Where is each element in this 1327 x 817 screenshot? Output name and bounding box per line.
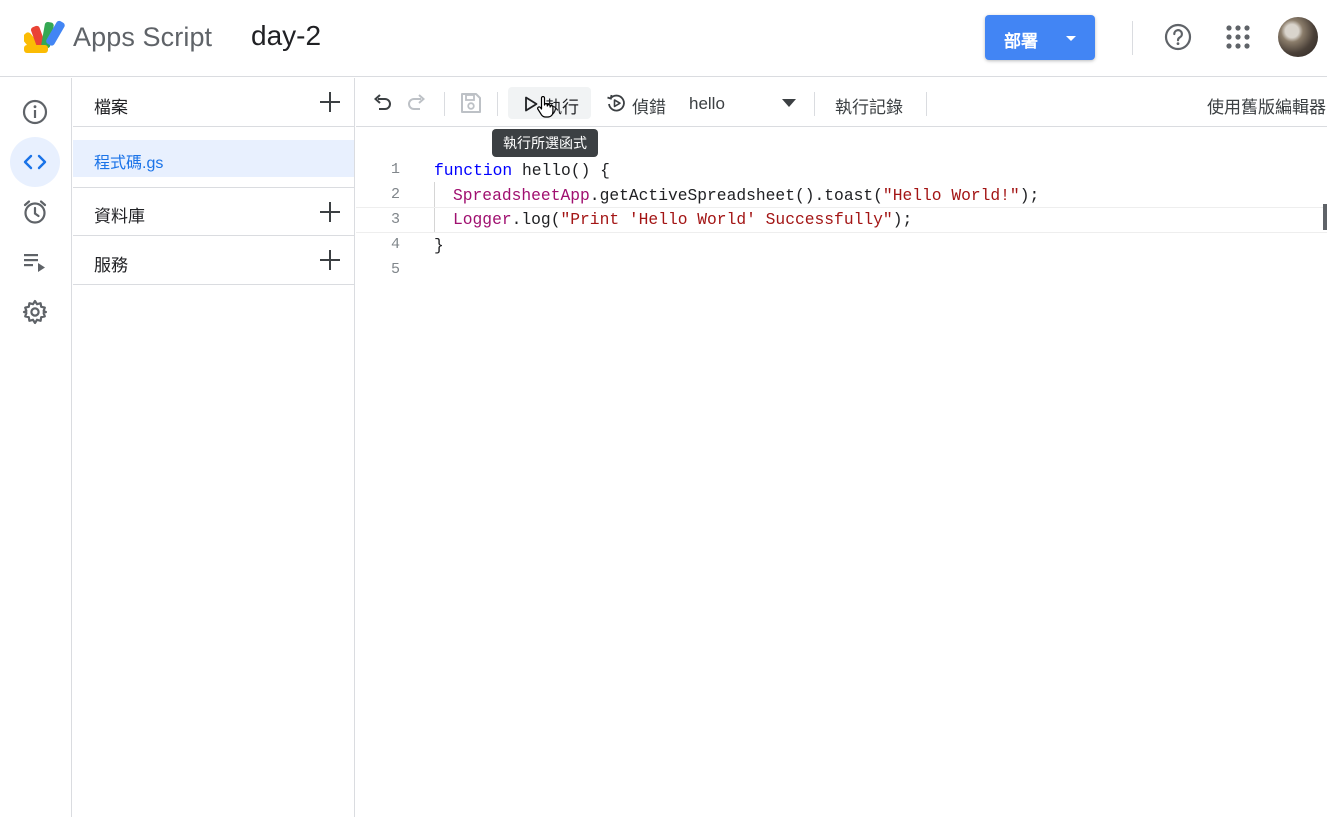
code-token: ); [1019,186,1040,205]
nav-editor[interactable] [10,137,60,187]
line-number: 4 [390,236,400,253]
code-line-current: 3 Logger.log("Print 'Hello World' Succes… [356,207,1327,233]
project-title[interactable]: day-2 [251,20,321,52]
nav-overview[interactable] [10,87,60,137]
caret-down-icon [1066,36,1076,41]
executions-list-icon [24,254,45,272]
code-class: SpreadsheetApp [453,186,590,205]
redo-icon[interactable] [405,91,429,115]
files-section-header: 檔案 [73,78,355,127]
toolbar-divider [926,92,927,116]
nav-triggers[interactable] [10,187,60,237]
toolbar-divider [444,92,445,116]
code-token: .getActiveSpreadsheet().toast( [589,186,883,205]
deploy-button-label: 部署 [1004,32,1038,51]
debug-icon [607,94,625,112]
apps-script-logo-icon[interactable] [24,18,66,54]
line-number: 5 [390,261,400,278]
debug-button-label: 偵錯 [632,98,666,117]
dropdown-arrow-icon [782,99,796,107]
nav-settings[interactable] [10,287,60,337]
code-keyword: function [434,161,513,180]
app-name: Apps Script [73,22,213,52]
code-class: Logger [453,210,512,229]
editor-toolbar: 執行 偵錯 hello 執行記錄 使用舊版編輯器 [356,78,1327,127]
toolbar-divider [497,92,498,116]
code-token: .log( [511,210,561,229]
file-name: 程式碼.gs [94,155,164,172]
add-file-icon[interactable] [318,90,342,114]
account-avatar[interactable] [1278,17,1318,57]
libraries-section-header: 資料庫 [73,187,355,236]
services-section-title: 服務 [94,256,128,275]
code-editor[interactable]: 1 function hello() { 2 SpreadsheetApp.ge… [356,128,1327,817]
use-legacy-editor-button[interactable]: 使用舊版編輯器 [1207,93,1326,118]
app-header: Apps Script day-2 部署 [0,0,1327,77]
function-select-dropdown[interactable]: hello [689,87,801,119]
settings-gear-icon [22,299,48,325]
code-line: 5 [356,258,1327,283]
deploy-button[interactable]: 部署 [985,15,1095,60]
code-token: hello() { [512,161,610,180]
debug-button[interactable]: 偵錯 [604,87,670,119]
file-item-code-gs[interactable]: 程式碼.gs [73,140,354,177]
nav-executions[interactable] [10,237,60,287]
files-section-title: 檔案 [94,98,128,117]
alarm-clock-icon [23,200,47,224]
code-string: "Print 'Hello World' Successfully" [560,210,893,229]
code-token: ); [892,210,913,229]
save-icon[interactable] [459,91,483,115]
code-icon [23,154,47,170]
files-panel: 檔案 程式碼.gs 資料庫 服務 [73,78,355,817]
help-icon[interactable] [1163,22,1193,52]
code-text: SpreadsheetApp.getActiveSpreadsheet().to… [453,186,1039,205]
left-nav-rail [0,78,72,817]
code-line: 4 } [356,233,1327,258]
code-text: } [434,236,444,255]
hand-pointer-cursor-icon [537,96,554,118]
code-string: "Hello World!" [882,186,1020,205]
code-line: 1 function hello() { [356,158,1327,183]
code-text: Logger.log("Print 'Hello World' Successf… [453,210,912,229]
toolbar-divider [814,92,815,116]
info-icon [22,99,48,125]
undo-icon[interactable] [370,91,394,115]
add-library-icon[interactable] [318,200,342,224]
header-divider [1132,21,1133,55]
function-select-value: hello [689,94,725,113]
code-text: function hello() { [434,161,610,180]
services-section-header: 服務 [73,236,355,285]
editor-scrollbar[interactable] [1323,204,1327,230]
line-number: 1 [390,161,400,178]
line-number: 2 [390,186,400,203]
line-number: 3 [390,211,400,228]
execution-log-button[interactable]: 執行記錄 [835,93,903,118]
code-line: 2 SpreadsheetApp.getActiveSpreadsheet().… [356,183,1327,208]
add-service-icon[interactable] [318,248,342,272]
google-apps-grid-icon[interactable] [1225,24,1251,50]
libraries-section-title: 資料庫 [94,207,145,226]
